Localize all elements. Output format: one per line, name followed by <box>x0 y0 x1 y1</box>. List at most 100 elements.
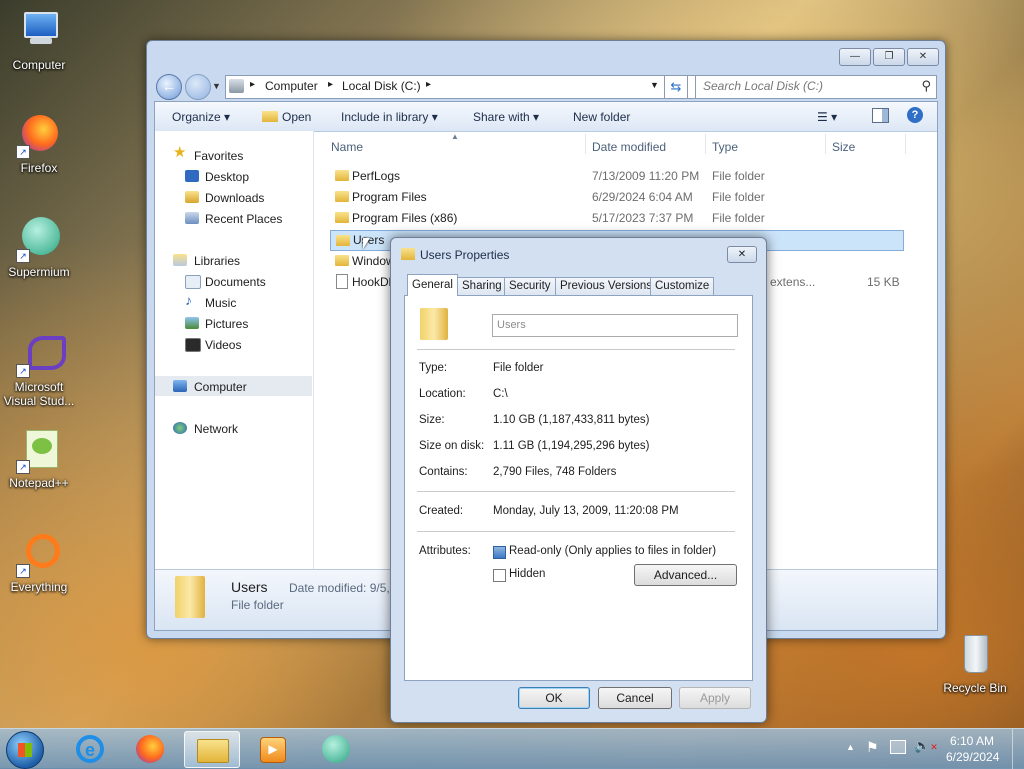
recycle-bin-icon <box>952 633 998 679</box>
desktop-icon-supermium[interactable]: ↗ Supermium <box>1 217 77 279</box>
file-type: File folder <box>712 169 765 183</box>
libraries-icon <box>173 254 187 266</box>
clock-date[interactable]: 6/29/2024 <box>946 750 999 764</box>
tab-customize[interactable]: Customize <box>650 277 715 295</box>
new-folder-button[interactable]: New folder <box>573 110 630 124</box>
column-divider[interactable] <box>905 134 906 154</box>
folder-name-input[interactable]: Users <box>492 314 738 337</box>
column-divider[interactable] <box>705 134 706 154</box>
back-button[interactable]: ← <box>156 74 182 100</box>
nav-computer[interactable]: Computer <box>194 380 247 394</box>
nav-downloads[interactable]: Downloads <box>205 191 264 205</box>
breadcrumb-computer[interactable]: Computer <box>265 79 318 93</box>
taskbar-firefox[interactable] <box>124 731 176 766</box>
computer-icon <box>16 10 62 56</box>
cancel-button[interactable]: Cancel <box>598 687 672 709</box>
desktop-icon-notepadpp[interactable]: ↗ Notepad++ <box>1 428 77 490</box>
maximize-button[interactable]: ❐ <box>873 48 905 66</box>
size-label: Size: <box>419 414 445 426</box>
tab-sharing[interactable]: Sharing <box>457 277 507 295</box>
readonly-checkbox[interactable] <box>493 546 506 559</box>
search-icon[interactable]: ⚲ <box>921 78 931 94</box>
column-header-name[interactable]: Name <box>331 140 363 154</box>
nav-pictures[interactable]: Pictures <box>205 317 248 331</box>
file-row[interactable]: PerfLogs 7/13/2009 11:20 PM File folder <box>330 166 910 186</box>
minimize-button[interactable]: — <box>839 48 871 66</box>
include-in-library-button[interactable]: Include in library ▾ <box>341 110 438 124</box>
taskbar-media-player[interactable]: ▶ <box>246 731 298 766</box>
nav-network[interactable]: Network <box>194 422 238 436</box>
taskbar-internet-explorer[interactable]: e <box>64 731 116 766</box>
taskbar-supermium[interactable] <box>310 731 362 766</box>
file-row[interactable]: Program Files 6/29/2024 6:04 AM File fol… <box>330 187 910 207</box>
clock-time[interactable]: 6:10 AM <box>950 734 994 748</box>
nav-libraries[interactable]: Libraries <box>194 254 240 268</box>
preview-pane-icon[interactable] <box>872 108 889 123</box>
search-input[interactable]: Search Local Disk (C:) ⚲ <box>695 75 937 99</box>
dialog-close-button[interactable]: ✕ <box>727 246 757 263</box>
file-size: 15 KB <box>867 275 900 289</box>
column-header-type[interactable]: Type <box>712 140 738 154</box>
explorer-folder-icon <box>197 739 229 763</box>
folder-icon <box>336 235 350 246</box>
navigation-pane: ★ Favorites Desktop Downloads Recent Pla… <box>155 131 314 570</box>
nav-videos[interactable]: Videos <box>205 338 241 352</box>
desktop-icon-recycle-bin[interactable]: Recycle Bin <box>937 633 1013 695</box>
nav-desktop[interactable]: Desktop <box>205 170 249 184</box>
column-header-date-modified[interactable]: Date modified <box>592 140 666 154</box>
address-dropdown-icon[interactable]: ▼ <box>650 80 659 90</box>
details-type: File folder <box>231 598 284 612</box>
desktop-icon-everything[interactable]: ↗ Everything <box>1 532 77 594</box>
tab-previous-versions[interactable]: Previous Versions <box>555 277 658 295</box>
network-tray-icon[interactable] <box>890 740 906 754</box>
desktop-icon <box>185 170 199 182</box>
open-button[interactable]: Open <box>262 110 311 124</box>
ok-button[interactable]: OK <box>518 687 590 709</box>
desktop-icon-visual-studio[interactable]: ↗ Microsoft Visual Stud... <box>1 332 77 408</box>
volume-muted-icon[interactable]: 🔈✕ <box>914 738 938 754</box>
close-button[interactable]: ✕ <box>907 48 939 66</box>
help-icon[interactable]: ? <box>907 107 923 123</box>
nav-favorites[interactable]: Favorites <box>194 149 243 163</box>
column-divider[interactable] <box>585 134 586 154</box>
column-divider[interactable] <box>825 134 826 154</box>
taskbar-explorer-active[interactable] <box>184 731 240 768</box>
file-date: 5/17/2023 7:37 PM <box>592 211 694 225</box>
action-center-flag-icon[interactable]: ⚑ <box>866 739 879 756</box>
folder-icon <box>335 170 349 181</box>
nav-documents[interactable]: Documents <box>205 275 266 289</box>
details-date-modified: Date modified: 9/5, <box>289 581 390 595</box>
tab-general[interactable]: General <box>407 274 458 296</box>
apply-button[interactable]: Apply <box>679 687 751 709</box>
separator <box>417 531 735 532</box>
hidden-checkbox[interactable] <box>493 569 506 582</box>
computer-icon <box>173 380 187 392</box>
tab-security[interactable]: Security <box>504 277 556 295</box>
shortcut-arrow-icon: ↗ <box>16 460 30 474</box>
shortcut-arrow-icon: ↗ <box>16 145 30 159</box>
refresh-button[interactable]: ⇆ <box>664 75 688 99</box>
desktop-icon-computer[interactable]: Computer <box>1 10 77 72</box>
firefox-icon <box>136 735 164 763</box>
forward-button[interactable] <box>185 74 211 100</box>
file-date: 6/29/2024 6:04 AM <box>592 190 693 204</box>
advanced-button[interactable]: Advanced... <box>634 564 737 586</box>
recent-pages-dropdown-icon[interactable]: ▼ <box>212 81 221 91</box>
show-desktop-button[interactable] <box>1012 729 1024 769</box>
nav-recent-places[interactable]: Recent Places <box>205 212 282 226</box>
organize-button[interactable]: Organize ▾ <box>172 110 230 124</box>
view-options-icon[interactable]: ☰ ▾ <box>817 110 837 124</box>
nav-music[interactable]: Music <box>205 296 236 310</box>
desktop-icon-firefox[interactable]: ↗ Firefox <box>1 113 77 175</box>
properties-dialog[interactable]: Users Properties ✕ General Sharing Secur… <box>390 237 767 723</box>
breadcrumb-local-disk[interactable]: Local Disk (C:) <box>342 79 421 93</box>
file-row[interactable]: Program Files (x86) 5/17/2023 7:37 PM Fi… <box>330 208 910 228</box>
share-with-button[interactable]: Share with ▾ <box>473 110 539 124</box>
column-header-size[interactable]: Size <box>832 140 855 154</box>
start-button[interactable] <box>6 731 44 769</box>
show-hidden-icons-icon[interactable]: ▲ <box>846 742 855 752</box>
taskbar: e ▶ ▲ ⚑ 🔈✕ 6:10 AM 6/29/2024 <box>0 728 1024 769</box>
address-bar[interactable]: ▸ Computer ▸ Local Disk (C:) ▸ ▼ <box>225 75 711 99</box>
file-type: File folder <box>712 190 765 204</box>
shortcut-arrow-icon: ↗ <box>16 564 30 578</box>
